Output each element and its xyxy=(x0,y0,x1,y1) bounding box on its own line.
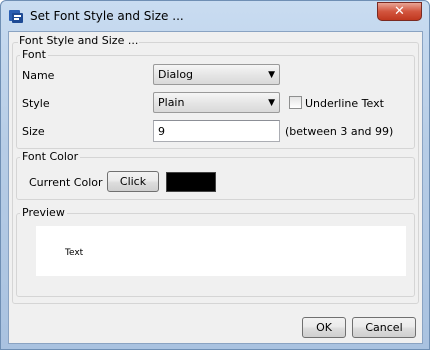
java-app-icon xyxy=(9,10,23,23)
title-bar[interactable]: Set Font Style and Size ... ✕ xyxy=(1,1,429,31)
current-color-swatch xyxy=(166,172,216,192)
font-group-title: Font xyxy=(20,48,48,61)
name-label: Name xyxy=(22,69,55,82)
window-title: Set Font Style and Size ... xyxy=(30,9,184,23)
cancel-button[interactable]: Cancel xyxy=(352,317,416,338)
preview-group-title: Preview xyxy=(20,206,67,219)
underline-checkbox[interactable] xyxy=(289,96,302,109)
font-name-value: Dialog xyxy=(158,68,194,81)
font-color-group-title: Font Color xyxy=(20,150,81,163)
preview-area: Text xyxy=(36,226,406,276)
font-name-combo[interactable]: Dialog ▼ xyxy=(153,64,280,85)
font-style-value: Plain xyxy=(158,96,185,109)
close-icon: ✕ xyxy=(394,4,405,19)
preview-sample-text: Text xyxy=(65,248,84,258)
font-style-combo[interactable]: Plain ▼ xyxy=(153,92,280,113)
current-color-label: Current Color : xyxy=(29,176,110,189)
style-label: Style xyxy=(22,97,50,110)
close-button[interactable]: ✕ xyxy=(377,2,422,21)
panel-title: Font Style and Size ... xyxy=(18,34,140,47)
font-size-input[interactable]: 9 xyxy=(153,120,280,142)
dialog-client-area: Font Style and Size ... Font Name Dialog… xyxy=(8,31,423,344)
chevron-down-icon: ▼ xyxy=(268,98,275,108)
font-size-value: 9 xyxy=(158,125,165,138)
dialog-window: Set Font Style and Size ... ✕ Font Style… xyxy=(0,0,430,350)
underline-label[interactable]: Underline Text xyxy=(305,97,384,110)
chevron-down-icon: ▼ xyxy=(268,70,275,80)
ok-button[interactable]: OK xyxy=(302,317,346,338)
size-label: Size xyxy=(22,125,45,138)
size-hint: (between 3 and 99) xyxy=(285,125,394,138)
pick-color-button[interactable]: Click xyxy=(107,171,159,192)
